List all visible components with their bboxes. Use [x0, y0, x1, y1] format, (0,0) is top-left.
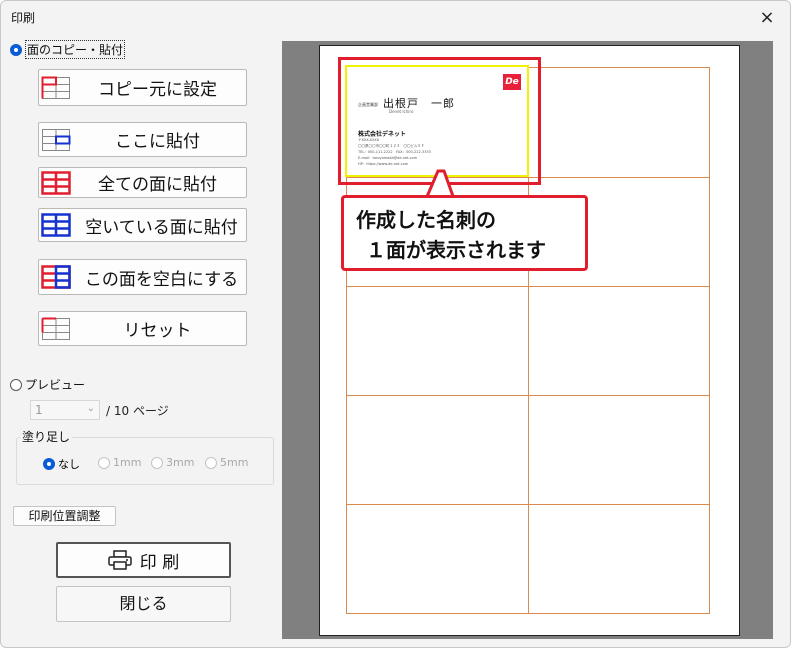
bleed-option-label: 5mm: [220, 456, 249, 469]
radio-indicator: [10, 378, 22, 391]
page-total: / 10 ページ: [106, 404, 169, 418]
grid-hline: [347, 395, 709, 396]
radio-indicator: [10, 43, 22, 56]
face-copy-label: 面のコピー・貼付: [25, 40, 126, 59]
grid-all-red-icon: [41, 170, 71, 195]
radio-indicator: [43, 458, 55, 470]
bleed-option-5mm: 5mm: [205, 456, 248, 469]
bleed-option-1mm: 1mm: [98, 456, 141, 469]
close-icon[interactable]: ×: [744, 1, 790, 33]
paste-here-button[interactable]: ここに貼付: [38, 122, 247, 157]
bleed-option-3mm: 3mm: [151, 456, 194, 469]
face-copy-radio[interactable]: 面のコピー・貼付: [10, 40, 126, 59]
title-bar: 印刷 ×: [1, 1, 790, 33]
preview-label: プレビュー: [25, 378, 86, 392]
make-blank-button[interactable]: この面を空白にする: [38, 259, 247, 295]
radio-indicator: [98, 456, 110, 469]
copy-source-button[interactable]: コピー元に設定: [38, 69, 247, 106]
callout-line-2: １面が表示されます: [366, 238, 546, 262]
paste-all-button[interactable]: 全ての面に貼付: [38, 167, 247, 198]
chevron-down-icon: ⌄: [86, 403, 95, 414]
grid-copy-icon: [41, 76, 70, 99]
radio-indicator: [151, 456, 163, 469]
page-current: 1: [35, 403, 43, 417]
page-select[interactable]: 1 ⌄: [30, 400, 100, 420]
grid-mixed-icon: [41, 265, 71, 289]
bleed-option-label: なし: [58, 458, 80, 471]
radio-indicator: [205, 456, 217, 469]
grid-all-blue-icon: [41, 213, 71, 237]
reset-button[interactable]: リセット: [38, 311, 247, 346]
callout-line-1: 作成した名刺の: [356, 208, 496, 232]
window-title: 印刷: [11, 11, 36, 25]
annotation-callout: 作成した名刺の １面が表示されます: [341, 195, 588, 271]
print-label: 印 刷: [139, 552, 180, 573]
grid-hline: [347, 504, 709, 505]
grid-hline: [347, 286, 709, 287]
print-position-adjust-button[interactable]: 印刷位置調整: [13, 506, 116, 526]
print-dialog: 印刷 × 面のコピー・貼付 コピー元に設定 ここに貼付 全ての面に貼付 空いてい…: [0, 0, 791, 648]
print-button[interactable]: 印 刷: [56, 542, 231, 578]
close-button[interactable]: 閉じる: [56, 586, 231, 622]
bleed-option-none[interactable]: なし: [43, 456, 80, 472]
grid-paste-icon: [42, 128, 71, 151]
paste-empty-button[interactable]: 空いている面に貼付: [38, 208, 247, 242]
bleed-title: 塗り足し: [20, 428, 73, 445]
preview-radio[interactable]: プレビュー: [10, 376, 85, 393]
bleed-option-label: 3mm: [166, 456, 195, 469]
bleed-option-label: 1mm: [113, 456, 142, 469]
printer-icon: [108, 550, 132, 570]
highlight-box: [338, 57, 541, 185]
grid-reset-icon: [41, 317, 70, 340]
